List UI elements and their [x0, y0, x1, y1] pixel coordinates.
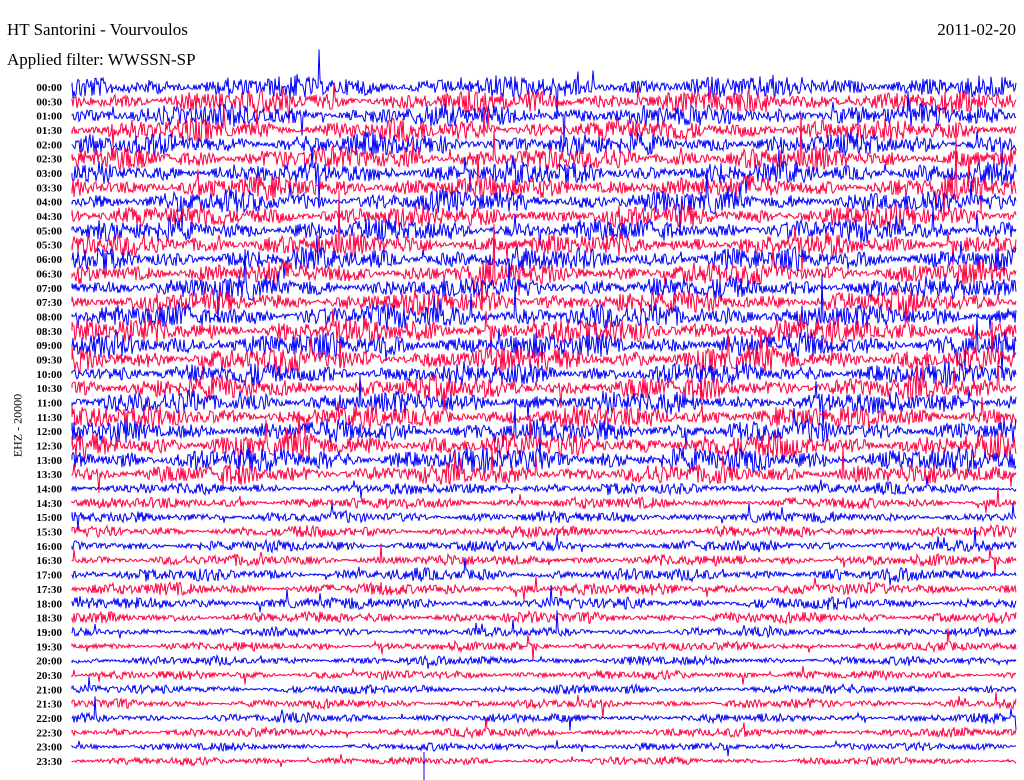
trace-row-2200: [71, 696, 1017, 731]
row-time-label: 23:00: [36, 742, 62, 754]
trace-row-1730: [71, 576, 1017, 601]
row-time-label: 19:00: [36, 627, 62, 639]
row-time-label: 11:00: [37, 397, 63, 409]
trace-row-1300: [71, 446, 1017, 475]
trace-row-2030: [71, 666, 1017, 685]
row-time-label: 17:30: [36, 584, 62, 596]
row-time-label: 20:30: [36, 670, 62, 682]
row-time-label: 22:00: [36, 713, 62, 725]
row-time-label: 11:30: [37, 412, 63, 424]
helicorder-plot: 00:00 00:30 01:00 01:30 02:00 02:30 03:00 03:30…: [36, 49, 1017, 780]
row-time-label: 03:30: [36, 182, 62, 194]
row-time-label: 12:00: [36, 426, 62, 438]
row-time-label: 14:00: [36, 484, 62, 496]
row-time-label: 01:30: [36, 125, 62, 137]
row-time-label: 12:30: [36, 441, 62, 453]
trace-row-2330: [71, 754, 1017, 768]
row-time-label: 14:30: [36, 498, 62, 510]
row-time-label: 05:30: [36, 240, 62, 252]
row-time-label: 18:00: [36, 598, 62, 610]
row-time-label: 16:30: [36, 555, 62, 567]
row-time-label: 00:00: [36, 82, 62, 94]
row-time-label: 01:00: [36, 111, 62, 123]
row-time-label: 19:30: [36, 641, 62, 653]
row-time-label: 21:00: [36, 684, 62, 696]
trace-row-1530: [71, 523, 1017, 540]
row-time-label: 10:30: [36, 383, 62, 395]
row-time-label: 22:30: [36, 727, 62, 739]
trace-row-2100: [71, 676, 1017, 696]
trace-row-1700: [71, 557, 1017, 586]
row-time-label: 02:00: [36, 139, 62, 151]
row-time-label: 08:00: [36, 311, 62, 323]
row-time-label: 21:30: [36, 699, 62, 711]
trace-row-2300: [71, 739, 1017, 757]
row-time-label: 13:30: [36, 469, 62, 481]
row-time-label: 10:00: [36, 369, 62, 381]
trace-row-0200: [71, 131, 1017, 170]
row-time-label: 07:30: [36, 297, 62, 309]
row-time-label: 15:30: [36, 527, 62, 539]
trace-row-2000: [71, 653, 1017, 669]
row-time-label: 02:30: [36, 154, 62, 166]
row-time-label: 23:30: [36, 756, 62, 768]
row-time-label: 16:00: [36, 541, 62, 553]
trace-row-2130: [71, 692, 1017, 719]
row-time-label: 09:30: [36, 354, 62, 366]
row-time-label: 17:00: [36, 570, 62, 582]
row-time-label: 13:00: [36, 455, 62, 467]
row-time-label: 15:00: [36, 512, 62, 524]
row-time-label: 07:00: [36, 283, 62, 295]
row-time-label: 03:00: [36, 168, 62, 180]
row-time-label: 04:00: [36, 197, 62, 209]
row-time-label: 04:30: [36, 211, 62, 223]
trace-row-1830: [71, 609, 1017, 626]
row-time-label: 18:30: [36, 613, 62, 625]
row-time-label: 00:30: [36, 96, 62, 108]
row-time-label: 05:00: [36, 225, 62, 237]
trace-row-1400: [71, 476, 1017, 499]
row-time-label: 06:30: [36, 268, 62, 280]
row-time-label: 20:00: [36, 656, 62, 668]
row-time-label: 09:00: [36, 340, 62, 352]
row-time-label: 08:30: [36, 326, 62, 338]
row-time-label: 06:00: [36, 254, 62, 266]
